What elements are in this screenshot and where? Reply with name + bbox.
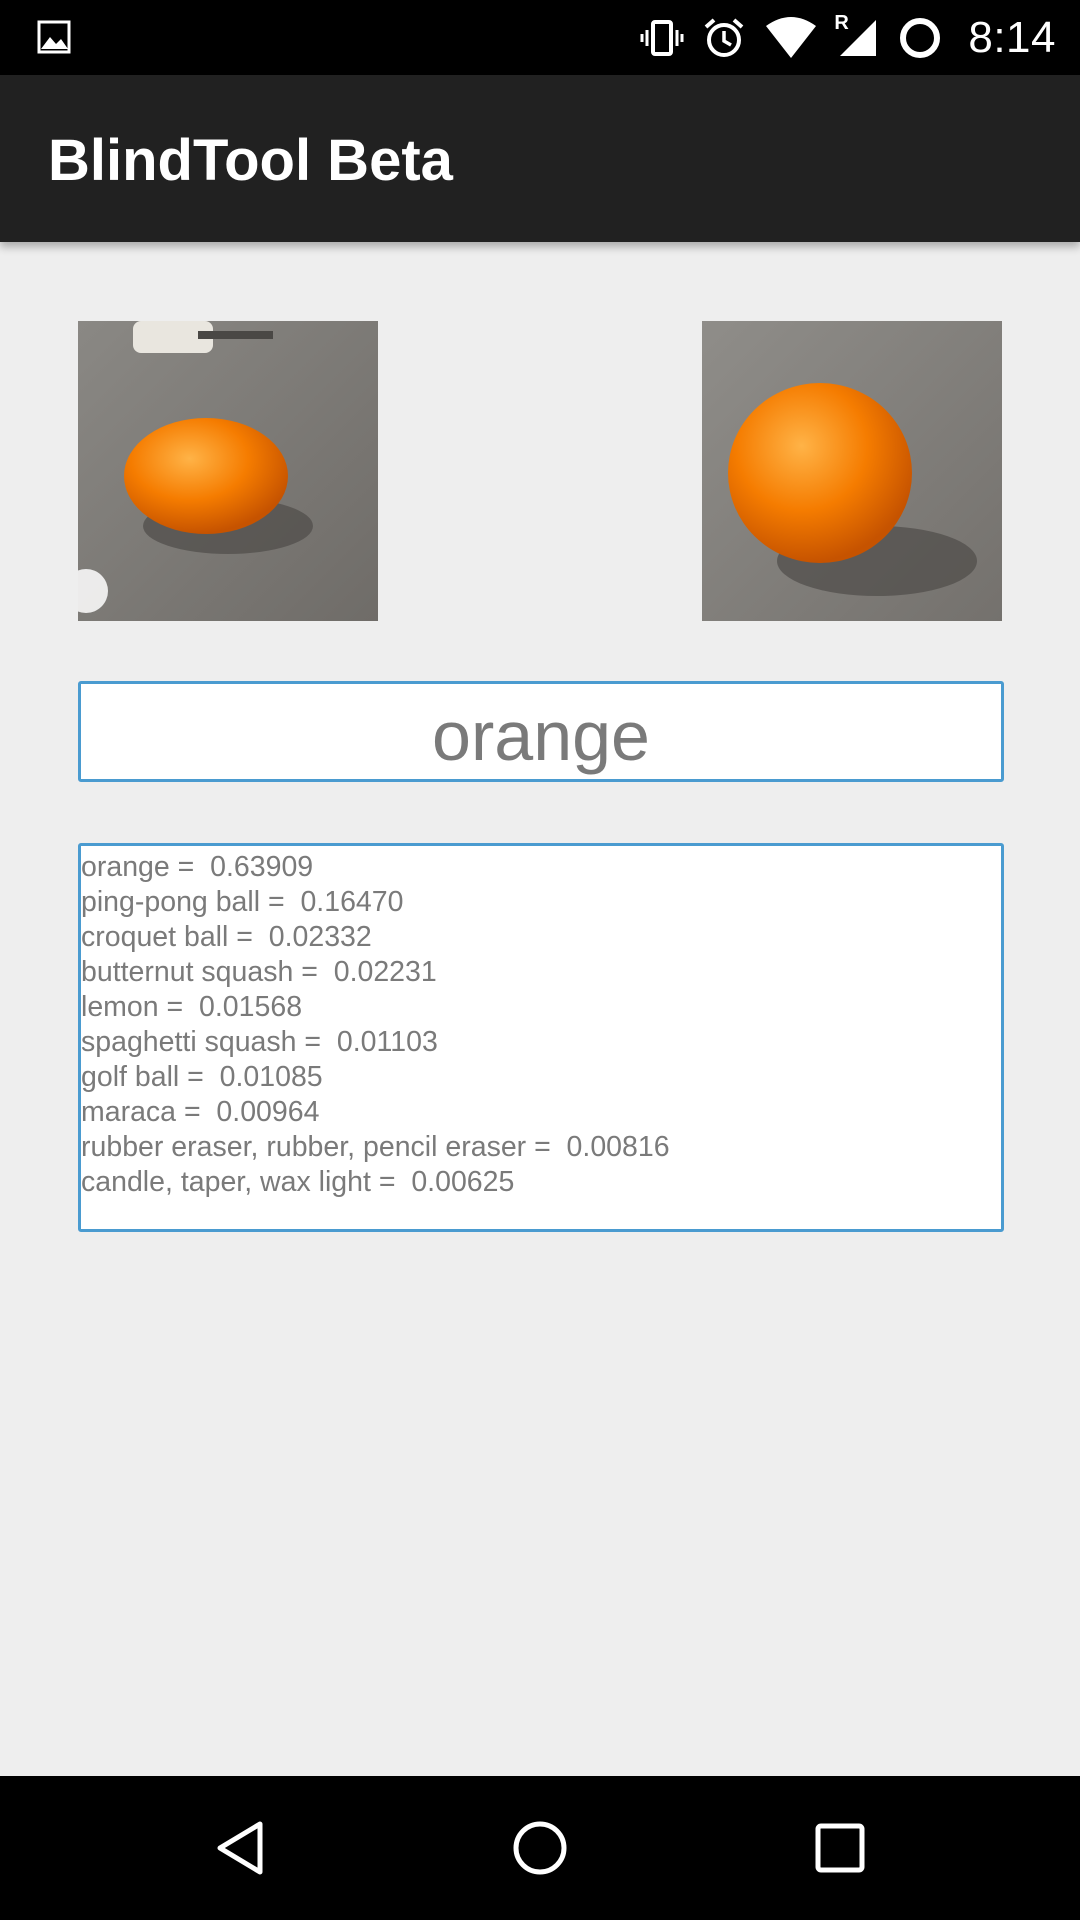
alarm-icon [705, 17, 744, 57]
result-item: rubber eraser, rubber, pencil eraser = 0… [81, 1131, 670, 1163]
status-bar: R 8:14 [0, 0, 1080, 75]
results-box: orange = 0.63909 ping-pong ball = 0.1647… [78, 843, 1004, 1232]
back-button[interactable] [198, 1806, 282, 1890]
cropped-object-image [702, 321, 1002, 621]
wifi-icon [766, 16, 817, 58]
recents-button[interactable] [798, 1806, 882, 1890]
result-item: golf ball = 0.01085 [81, 1061, 323, 1093]
gallery-icon [37, 20, 71, 54]
result-item: orange = 0.63909 [81, 851, 314, 883]
result-item: candle, taper, wax light = 0.00625 [81, 1166, 515, 1198]
app-title: BlindTool Beta [48, 128, 453, 193]
home-button[interactable] [498, 1806, 582, 1890]
result-item: spaghetti squash = 0.01103 [81, 1026, 438, 1058]
camera-frame-image [78, 321, 378, 621]
battery-icon [900, 17, 941, 58]
result-item: ping-pong ball = 0.16470 [81, 886, 404, 918]
clock: 8:14 [968, 12, 1056, 62]
home-icon [513, 1821, 567, 1875]
result-item: maraca = 0.00964 [81, 1096, 320, 1128]
back-icon [217, 1821, 263, 1875]
vibrate-icon [640, 19, 684, 56]
prediction-label: orange [432, 696, 650, 775]
signal-roaming-icon: R [834, 12, 880, 60]
roaming-indicator: R [834, 11, 849, 34]
results-list: orange = 0.63909 ping-pong ball = 0.1647… [81, 850, 670, 1200]
prediction-label-box: orange [78, 681, 1004, 782]
status-icons: R 8:14 [640, 0, 1056, 75]
result-item: lemon = 0.01568 [81, 991, 303, 1023]
app-bar: BlindTool Beta [0, 75, 1080, 242]
navigation-bar [0, 1776, 1080, 1920]
result-item: butternut squash = 0.02231 [81, 956, 437, 988]
recents-icon [815, 1823, 865, 1873]
result-item: croquet ball = 0.02332 [81, 921, 372, 953]
